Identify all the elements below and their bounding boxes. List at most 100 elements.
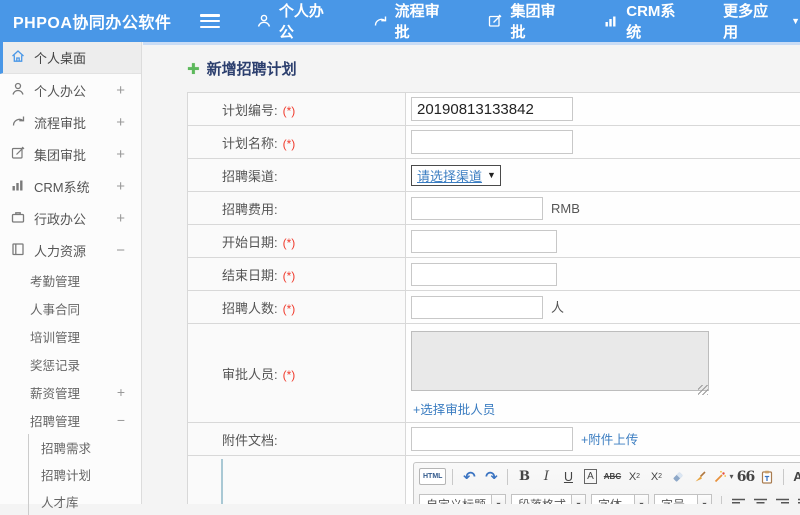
sidebar-item-label: 个人办公 [34, 81, 86, 100]
sidebar-item-label: 流程审批 [34, 113, 86, 132]
sidebar-item-admin-office[interactable]: 行政办公 + [0, 202, 141, 234]
chevron-down-icon: ▾ [697, 495, 711, 504]
end-date-input[interactable] [411, 263, 557, 286]
font-family-select[interactable]: 字体▾ [591, 494, 649, 504]
page-title: ✚ 新增招聘计划 [187, 58, 800, 79]
nav-crm-system[interactable]: CRM系统 [603, 0, 689, 42]
required-mark: (*) [283, 269, 296, 283]
app-brand[interactable]: PHPOA协同办公软件 [0, 9, 190, 33]
main-content: ✚ 新增招聘计划 计划编号:(*) 计划名称:(*) 招聘渠道: 请选择渠道 ▼… [143, 42, 800, 504]
channel-select[interactable]: 请选择渠道 ▼ [411, 165, 501, 186]
sidebar-item-talent-pool[interactable]: 人才库 [29, 488, 141, 515]
paste-button[interactable] [757, 467, 777, 487]
sidebar-item-workflow-approval[interactable]: 流程审批 + [0, 106, 141, 138]
person-icon [10, 81, 34, 100]
person-icon [256, 13, 272, 29]
sidebar-item-label: 薪资管理 [30, 383, 80, 402]
chevron-down-icon: ▾ [634, 495, 648, 504]
expand-plus-icon[interactable]: + [116, 210, 125, 227]
expand-plus-icon[interactable]: + [116, 146, 125, 163]
row-attachment: 附件文档: +附件上传 [188, 423, 800, 456]
edit-square-icon [487, 13, 503, 29]
sidebar-item-personal-desktop[interactable]: 个人桌面 [0, 42, 141, 74]
edit-square-icon [10, 145, 34, 164]
expand-plus-icon[interactable]: + [117, 384, 125, 400]
recruit-count-input[interactable] [411, 296, 543, 319]
nav-label: 更多应用 [723, 0, 782, 42]
sidebar-item-training[interactable]: 培训管理 [0, 322, 141, 350]
plan-name-input[interactable] [411, 130, 573, 154]
plan-number-input[interactable] [411, 97, 573, 121]
sidebar-item-recruit-mgmt[interactable]: 招聘管理− [0, 406, 141, 434]
choose-approvers-link[interactable]: +选择审批人员 [413, 399, 800, 418]
sidebar-item-attendance[interactable]: 考勤管理 [0, 266, 141, 294]
attachment-input[interactable] [411, 427, 573, 451]
row-approvers: 审批人员:(*) +选择审批人员 [188, 324, 800, 423]
custom-heading-select[interactable]: 自定义标题▾ [419, 494, 506, 504]
redo-button[interactable]: ↷ [481, 467, 501, 487]
row-plan-name: 计划名称:(*) [188, 126, 800, 159]
expand-plus-icon[interactable]: + [116, 178, 125, 195]
paragraph-format-select[interactable]: 段落格式▾ [511, 494, 586, 504]
resize-grip-icon[interactable] [698, 385, 708, 395]
autotypeset-wand-icon[interactable]: ▾ [712, 467, 733, 487]
align-justify-icon[interactable] [794, 494, 800, 504]
expand-plus-icon[interactable]: + [116, 82, 125, 99]
nav-label: 集团审批 [510, 0, 569, 42]
blockquote-button[interactable]: 66 [735, 467, 755, 487]
nav-more-apps[interactable]: 更多应用 ▼ [723, 0, 800, 42]
field-label: 计划编号: [222, 103, 278, 118]
nav-group-approval[interactable]: 集团审批 [487, 0, 569, 42]
nav-personal-office[interactable]: 个人办公 [256, 0, 338, 42]
expand-plus-icon[interactable]: + [116, 114, 125, 131]
eraser-button[interactable] [668, 467, 688, 487]
sidebar-item-salary[interactable]: 薪资管理 + [0, 378, 141, 406]
sidebar-item-rewards[interactable]: 奖惩记录 [0, 350, 141, 378]
align-left-icon[interactable] [728, 494, 748, 504]
font-size-select[interactable]: 字号▾ [654, 494, 712, 504]
nav-workflow-approval[interactable]: 流程审批 [372, 0, 454, 42]
required-mark: (*) [283, 236, 296, 250]
strikethrough-button[interactable]: ABC [602, 467, 622, 487]
required-mark: (*) [283, 368, 296, 382]
align-center-icon[interactable] [750, 494, 770, 504]
sidebar-item-label: 奖惩记录 [30, 355, 80, 374]
nav-label: 流程审批 [395, 0, 454, 42]
home-icon [10, 48, 34, 67]
format-brush-icon[interactable] [690, 467, 710, 487]
row-recruit-cost: 招聘费用: RMB [188, 192, 800, 225]
book-icon [10, 241, 34, 260]
undo-button[interactable]: ↶ [459, 467, 479, 487]
align-right-icon[interactable] [772, 494, 792, 504]
sidebar-item-group-approval[interactable]: 集团审批 + [0, 138, 141, 170]
collapse-minus-icon[interactable]: − [117, 412, 125, 428]
sidebar-item-recruit-demand[interactable]: 招聘需求 [29, 434, 141, 461]
subscript-button[interactable]: X2 [646, 467, 666, 487]
attachment-upload-link[interactable]: +附件上传 [581, 433, 638, 447]
font-border-button[interactable]: A [580, 467, 600, 487]
font-color-button[interactable]: A▾ [790, 467, 800, 487]
hr-submenu: 考勤管理 人事合同 培训管理 奖惩记录 薪资管理 + 招聘管理− 招聘需求 招聘计… [0, 266, 141, 515]
sidebar-item-personal-office[interactable]: 个人办公 + [0, 74, 141, 106]
approvers-textarea[interactable] [411, 331, 709, 391]
bold-button[interactable]: B [514, 467, 534, 487]
start-date-input[interactable] [411, 230, 557, 253]
sidebar-item-crm[interactable]: CRM系统 + [0, 170, 141, 202]
bar-chart-icon [603, 13, 619, 29]
sidebar-item-label: 招聘需求 [41, 438, 91, 457]
sidebar-item-hr[interactable]: 人力资源 − [0, 234, 141, 266]
superscript-button[interactable]: X2 [624, 467, 644, 487]
menu-toggle-icon[interactable] [200, 14, 220, 28]
sidebar: 个人桌面 个人办公 + 流程审批 + 集团审批 + CRM系统 + 行政办公 +… [0, 42, 142, 504]
add-plus-icon: ✚ [187, 60, 200, 78]
italic-button[interactable]: I [536, 467, 556, 487]
sidebar-item-recruit-plan[interactable]: 招聘计划 [29, 461, 141, 488]
editor-toolbar-row-1: HTML ↶ ↷ B I U A ABC X2 X2 ▾ [414, 463, 800, 490]
collapse-minus-icon[interactable]: − [116, 242, 125, 259]
sidebar-item-hr-contract[interactable]: 人事合同 [0, 294, 141, 322]
html-source-button[interactable]: HTML [419, 468, 446, 485]
sidebar-item-label: 考勤管理 [30, 271, 80, 290]
underline-button[interactable]: U [558, 467, 578, 487]
rich-text-editor: HTML ↶ ↷ B I U A ABC X2 X2 ▾ [413, 462, 800, 504]
recruit-cost-input[interactable] [411, 197, 543, 220]
